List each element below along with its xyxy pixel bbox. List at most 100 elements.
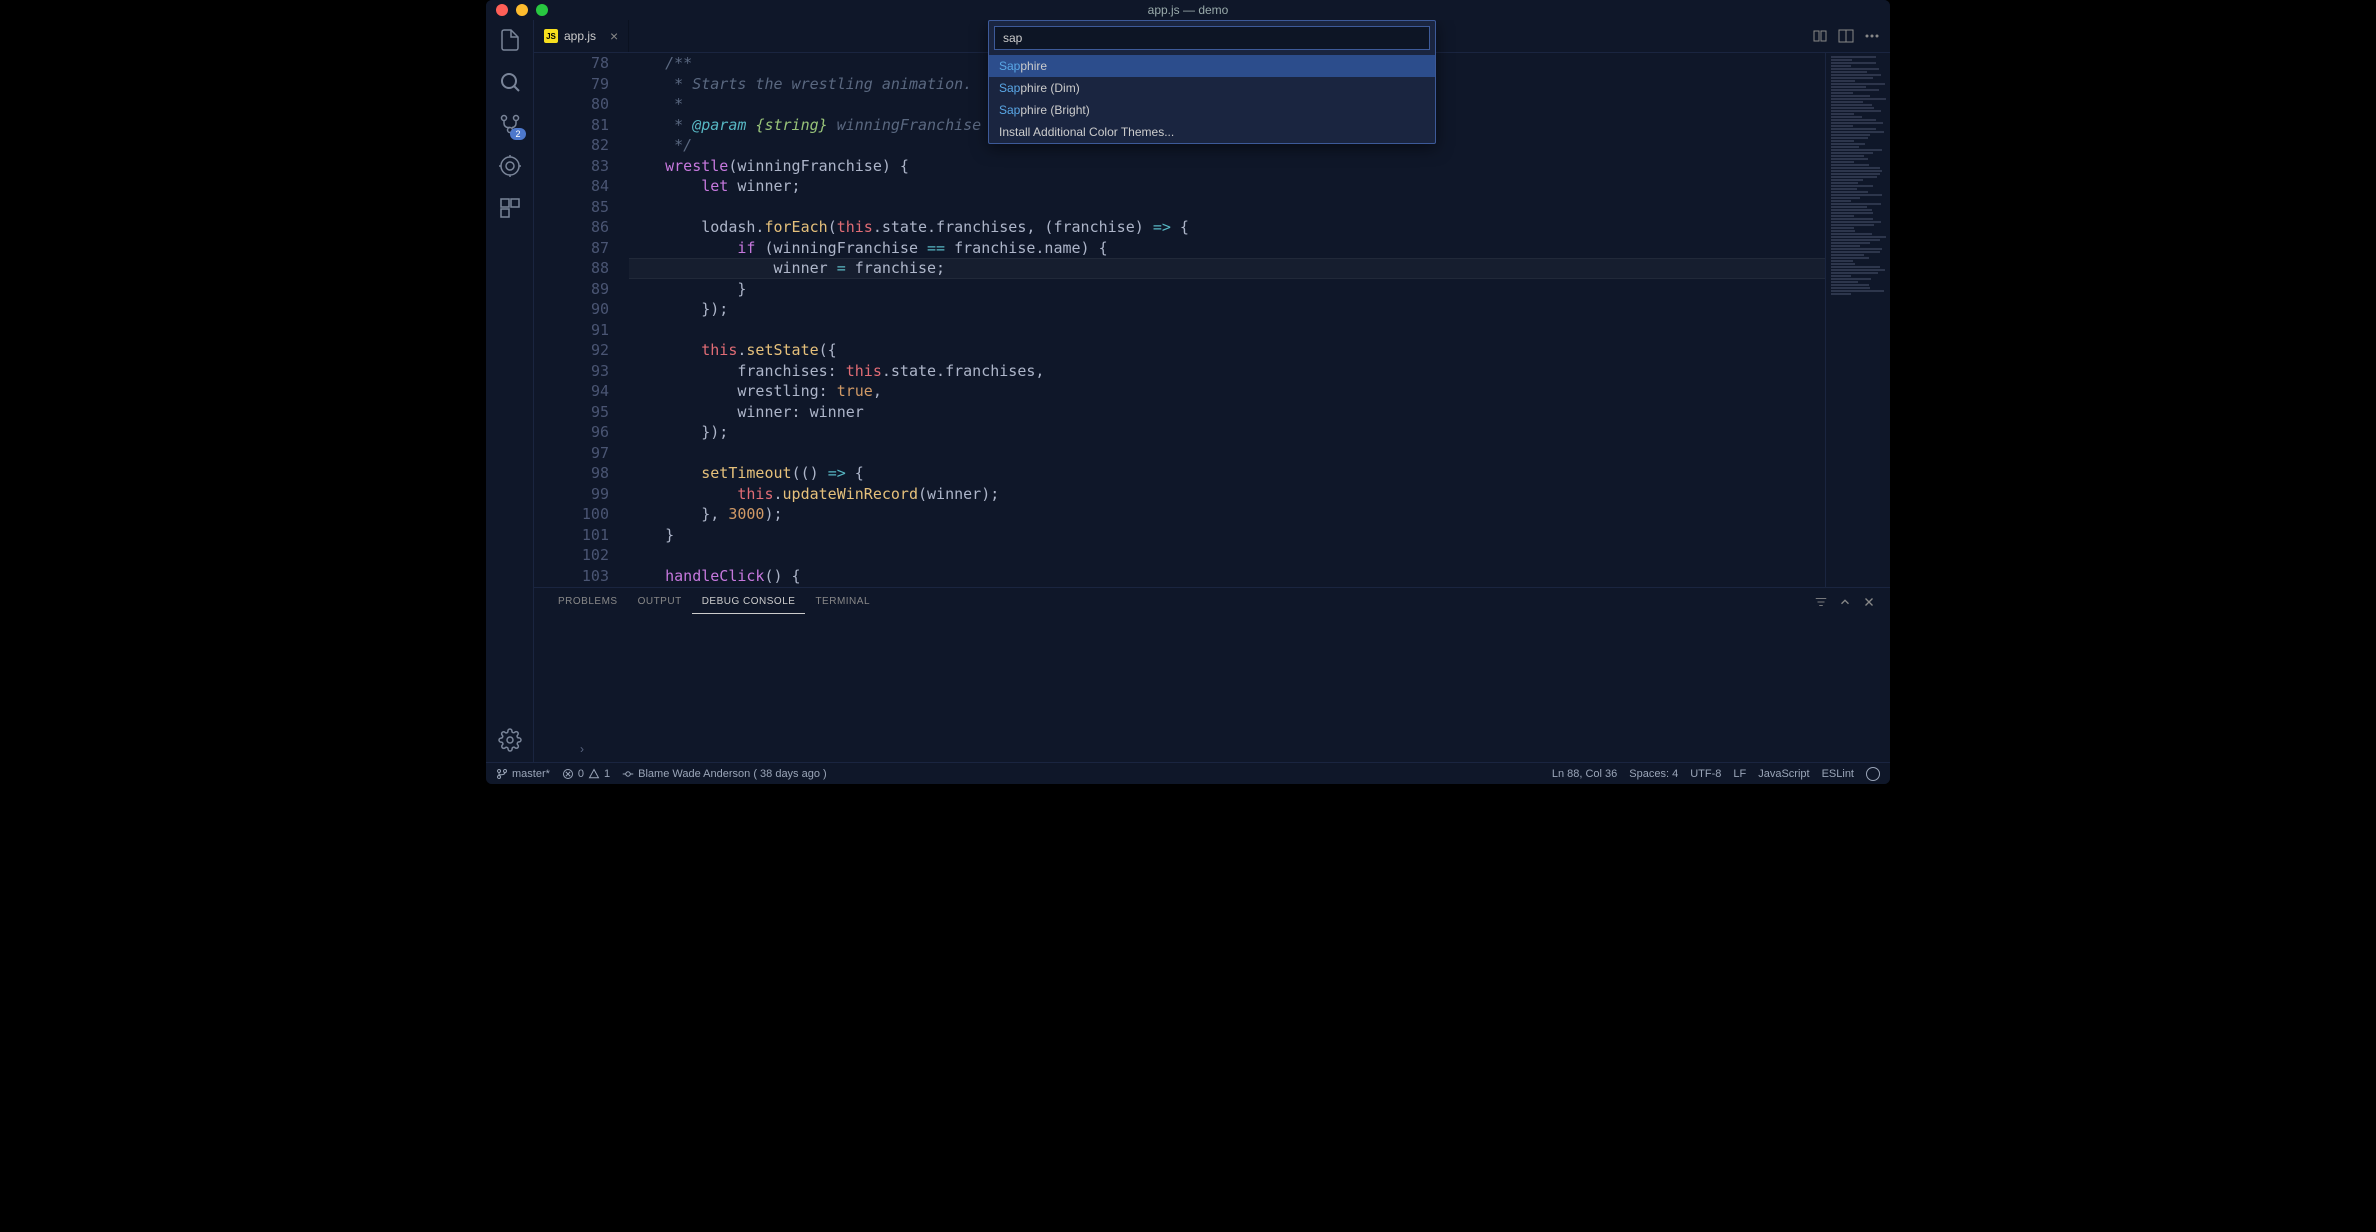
panel: PROBLEMSOUTPUTDEBUG CONSOLETERMINAL › xyxy=(534,587,1890,762)
line-number: 81 xyxy=(534,115,609,136)
line-number: 100 xyxy=(534,504,609,525)
feedback-icon[interactable] xyxy=(1866,767,1880,781)
branch-icon xyxy=(496,768,508,780)
line-number: 94 xyxy=(534,381,609,402)
line-number: 97 xyxy=(534,443,609,464)
code-line: this.updateWinRecord(winner); xyxy=(629,484,1825,505)
line-number: 84 xyxy=(534,176,609,197)
code-line: } xyxy=(629,279,1825,300)
git-blame-status[interactable]: Blame Wade Anderson ( 38 days ago ) xyxy=(622,768,827,780)
line-number: 101 xyxy=(534,525,609,546)
file-tab[interactable]: JS app.js × xyxy=(534,20,629,52)
code-line: handleClick() { xyxy=(629,566,1825,587)
panel-tab-terminal[interactable]: TERMINAL xyxy=(805,590,880,614)
panel-filter-icon[interactable] xyxy=(1814,595,1828,609)
explorer-icon[interactable] xyxy=(498,28,522,52)
tab-actions xyxy=(1812,28,1890,44)
source-control-icon[interactable]: 2 xyxy=(498,112,522,136)
problems-status[interactable]: 0 1 xyxy=(562,768,610,780)
extensions-icon[interactable] xyxy=(498,196,522,220)
tab-close-icon[interactable]: × xyxy=(610,28,618,44)
code-line xyxy=(629,320,1825,341)
eol-status[interactable]: LF xyxy=(1733,768,1746,780)
code-line: const URL = 'http://localhost:3001/wrest… xyxy=(629,586,1825,587)
code-line: lodash.forEach(this.state.franchises, (f… xyxy=(629,217,1825,238)
editor-window: app.js — demo 2 xyxy=(486,0,1890,784)
panel-tab-debug-console[interactable]: DEBUG CONSOLE xyxy=(692,590,806,614)
quickpick-item[interactable]: Sapphire (Dim) xyxy=(989,77,1435,99)
status-bar: master* 0 1 Blame Wade Anderson ( 38 day… xyxy=(486,762,1890,784)
split-editor-icon[interactable] xyxy=(1838,28,1854,44)
panel-maximize-icon[interactable] xyxy=(1838,595,1852,609)
eslint-status[interactable]: ESLint xyxy=(1822,768,1854,780)
panel-tab-output[interactable]: OUTPUT xyxy=(628,590,692,614)
panel-tab-problems[interactable]: PROBLEMS xyxy=(548,590,628,614)
line-number: 78 xyxy=(534,53,609,74)
quickpick-item[interactable]: Install Additional Color Themes... xyxy=(989,121,1435,143)
panel-body[interactable]: › xyxy=(534,616,1890,762)
warning-icon xyxy=(588,768,600,780)
line-number: 85 xyxy=(534,197,609,218)
tab-filename: app.js xyxy=(564,29,596,43)
code-line: } xyxy=(629,525,1825,546)
panel-actions xyxy=(1814,595,1876,609)
window-title: app.js — demo xyxy=(1148,3,1229,17)
language-status[interactable]: JavaScript xyxy=(1758,768,1809,780)
line-number: 86 xyxy=(534,217,609,238)
line-number: 88 xyxy=(534,258,609,279)
line-number: 82 xyxy=(534,135,609,156)
line-number: 99 xyxy=(534,484,609,505)
minimize-window-button[interactable] xyxy=(516,4,528,16)
code-line: }, 3000); xyxy=(629,504,1825,525)
minimap[interactable] xyxy=(1825,53,1890,587)
panel-prompt: › xyxy=(580,742,584,756)
code-line: let winner; xyxy=(629,176,1825,197)
panel-close-icon[interactable] xyxy=(1862,595,1876,609)
editor-container: JS app.js × SapphireSapphire (Dim)Sapphi… xyxy=(534,20,1890,762)
line-number: 95 xyxy=(534,402,609,423)
quickpick-item[interactable]: Sapphire xyxy=(989,55,1435,77)
code-line: if (winningFranchise == franchise.name) … xyxy=(629,238,1825,259)
code-line: winner: winner xyxy=(629,402,1825,423)
code-line: franchises: this.state.franchises, xyxy=(629,361,1825,382)
encoding-status[interactable]: UTF-8 xyxy=(1690,768,1721,780)
line-number: 103 xyxy=(534,566,609,587)
traffic-lights xyxy=(486,4,548,16)
code-line xyxy=(629,545,1825,566)
line-number: 87 xyxy=(534,238,609,259)
line-number: 89 xyxy=(534,279,609,300)
code-line: setTimeout(() => { xyxy=(629,463,1825,484)
line-number: 91 xyxy=(534,320,609,341)
compare-icon[interactable] xyxy=(1812,28,1828,44)
cursor-position-status[interactable]: Ln 88, Col 36 xyxy=(1552,768,1617,780)
quickpick-item[interactable]: Sapphire (Bright) xyxy=(989,99,1435,121)
indentation-status[interactable]: Spaces: 4 xyxy=(1629,768,1678,780)
settings-gear-icon[interactable] xyxy=(498,728,522,752)
main-area: 2 JS app.js × xyxy=(486,20,1890,762)
line-number: 102 xyxy=(534,545,609,566)
code-line: this.setState({ xyxy=(629,340,1825,361)
git-branch-status[interactable]: master* xyxy=(496,768,550,780)
line-number: 90 xyxy=(534,299,609,320)
line-number: 80 xyxy=(534,94,609,115)
current-line-highlight xyxy=(629,258,1825,279)
code-line xyxy=(629,197,1825,218)
code-line: }); xyxy=(629,422,1825,443)
debug-icon[interactable] xyxy=(498,154,522,178)
code-line: }); xyxy=(629,299,1825,320)
line-number: 93 xyxy=(534,361,609,382)
commit-icon xyxy=(622,768,634,780)
code-line xyxy=(629,443,1825,464)
line-number: 79 xyxy=(534,74,609,95)
quickpick-palette: SapphireSapphire (Dim)Sapphire (Bright)I… xyxy=(988,20,1436,144)
more-icon[interactable] xyxy=(1864,28,1880,44)
quickpick-list: SapphireSapphire (Dim)Sapphire (Bright)I… xyxy=(989,55,1435,143)
line-number: 98 xyxy=(534,463,609,484)
line-number: 104 xyxy=(534,586,609,587)
line-number: 92 xyxy=(534,340,609,361)
close-window-button[interactable] xyxy=(496,4,508,16)
maximize-window-button[interactable] xyxy=(536,4,548,16)
quickpick-input[interactable] xyxy=(994,26,1430,50)
line-number: 83 xyxy=(534,156,609,177)
search-icon[interactable] xyxy=(498,70,522,94)
